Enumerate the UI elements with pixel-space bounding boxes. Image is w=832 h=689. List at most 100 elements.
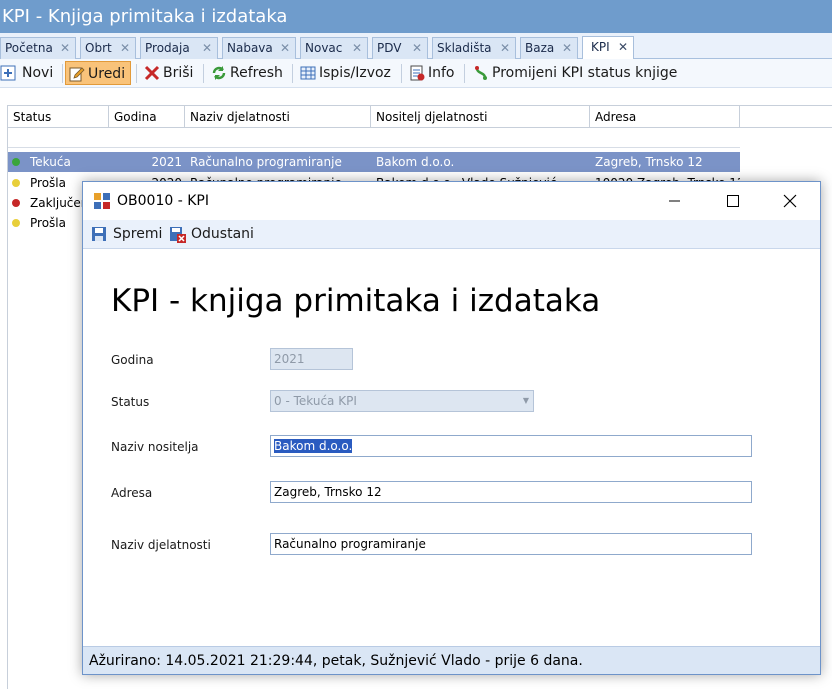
toolbar-separator: [401, 64, 402, 83]
toolbar-separator: [136, 64, 137, 83]
tab-label: Obrt: [85, 41, 112, 55]
close-icon[interactable]: ✕: [280, 38, 290, 58]
form-heading: KPI - knjiga primitaka i izdataka: [111, 283, 601, 319]
godina-label: Godina: [111, 353, 154, 367]
close-icon[interactable]: ✕: [618, 37, 628, 57]
close-icon[interactable]: ✕: [562, 38, 572, 58]
naziv-djelatnosti-value: Računalno programiranje: [274, 537, 426, 551]
status-change-icon: [475, 66, 487, 80]
toolbar-separator: [62, 64, 63, 83]
table-row[interactable]: Tekuća 2021 Računalno programiranje Bako…: [8, 152, 740, 172]
adresa-field[interactable]: Zagreb, Trnsko 12: [270, 481, 752, 503]
refresh-button-label: Refresh: [230, 65, 283, 81]
save-icon: [92, 227, 106, 241]
add-icon: [0, 65, 16, 81]
toolbar-separator: [464, 64, 465, 83]
edit-button-label: Uredi: [88, 66, 126, 82]
module-tab-strip: Početna ✕ Obrt ✕ Prodaja ✕ Nabava ✕ Novac ✕ P…: [0, 33, 832, 60]
dialog-form: KPI - knjiga primitaka i izdataka Godina…: [83, 249, 820, 646]
tab-pdv[interactable]: PDV ✕: [372, 37, 428, 59]
minimize-button[interactable]: [645, 182, 703, 220]
tab-obrt[interactable]: Obrt ✕: [80, 37, 136, 59]
delete-button-label: Briši: [163, 65, 194, 81]
toolbar-separator: [203, 64, 204, 83]
column-header-status[interactable]: Status: [8, 106, 109, 128]
change-kpi-status-button[interactable]: Promijeni KPI status knjige: [470, 61, 680, 85]
status-dot-icon: [12, 219, 20, 227]
close-icon[interactable]: ✕: [500, 38, 510, 58]
info-button-label: Info: [428, 65, 455, 81]
close-icon[interactable]: ✕: [412, 38, 422, 58]
status-dot-icon: [12, 179, 20, 187]
naziv-nositelja-field[interactable]: Bakom d.o.o.: [270, 435, 752, 457]
close-icon[interactable]: ✕: [352, 38, 362, 58]
edit-icon: [69, 67, 85, 82]
refresh-button[interactable]: Refresh: [208, 61, 288, 85]
tab-novac[interactable]: Novac ✕: [300, 37, 368, 59]
column-header-adresa[interactable]: Adresa: [590, 106, 740, 128]
delete-button[interactable]: Briši: [141, 61, 199, 85]
grid-filter-row[interactable]: [8, 128, 740, 148]
new-button[interactable]: Novi: [0, 61, 58, 85]
tab-label: Novac: [305, 41, 343, 55]
print-export-button[interactable]: Ispis/Izvoz: [297, 61, 397, 85]
minimize-icon: [669, 200, 680, 202]
refresh-icon: [212, 66, 226, 80]
tab-label: Početna: [5, 41, 53, 55]
app-title: KPI - Knjiga primitaka i izdataka: [0, 0, 832, 33]
column-header-godina[interactable]: Godina: [109, 106, 185, 128]
kpi-app-window: KPI - Knjiga primitaka i izdataka Početn…: [0, 0, 832, 689]
tab-label: KPI: [591, 40, 610, 54]
close-icon: [783, 194, 797, 208]
maximize-button[interactable]: [703, 182, 761, 220]
cancel-button[interactable]: Odustani: [167, 223, 267, 245]
chevron-down-icon: ▼: [522, 396, 529, 405]
change-kpi-status-label: Promijeni KPI status knjige: [492, 65, 678, 81]
new-button-label: Novi: [22, 65, 54, 81]
status-dot-icon: [12, 158, 20, 166]
row-status: Tekuća: [30, 155, 71, 169]
tab-label: Prodaja: [145, 41, 190, 55]
column-header-naziv-djelatnosti[interactable]: Naziv djelatnosti: [185, 106, 371, 128]
tab-baza[interactable]: Baza ✕: [520, 37, 578, 59]
close-icon[interactable]: ✕: [202, 38, 212, 58]
column-header-nositelj-djelatnosti[interactable]: Nositelj djelatnosti: [371, 106, 590, 128]
status-select[interactable]: 0 - Tekuća KPI ▼: [270, 390, 534, 412]
status-label: Status: [111, 395, 150, 409]
tab-pocetna[interactable]: Početna ✕: [0, 37, 76, 59]
grid-header: Status Godina Naziv djelatnosti Nositelj…: [8, 106, 832, 128]
main-toolbar: Novi Uredi Briši Refresh Ispis/Izvoz Inf…: [0, 59, 832, 88]
cancel-icon: [170, 227, 186, 243]
adresa-value: Zagreb, Trnsko 12: [274, 485, 382, 499]
naziv-nositelja-value: Bakom d.o.o.: [274, 439, 353, 453]
save-button[interactable]: Spremi: [89, 223, 165, 245]
info-button[interactable]: Info: [406, 61, 460, 85]
app-icon: [94, 193, 110, 209]
naziv-nositelja-label: Naziv nositelja: [111, 440, 199, 454]
naziv-djelatnosti-label: Naziv djelatnosti: [111, 538, 211, 552]
status-select-value: 0 - Tekuća KPI: [274, 394, 357, 408]
row-nositelj: Bakom d.o.o.: [376, 155, 455, 169]
tab-prodaja[interactable]: Prodaja ✕: [140, 37, 218, 59]
row-godina: 2021: [151, 155, 182, 169]
tab-kpi[interactable]: KPI ✕: [582, 36, 634, 60]
cancel-button-label: Odustani: [191, 226, 254, 242]
close-icon[interactable]: ✕: [120, 38, 130, 58]
dialog-titlebar[interactable]: OB0010 - KPI: [83, 182, 820, 220]
info-icon: [410, 65, 425, 81]
dialog-toolbar: Spremi Odustani: [83, 220, 820, 249]
tab-nabava[interactable]: Nabava ✕: [222, 37, 296, 59]
row-naziv-djelatnosti: Računalno programiranje: [190, 155, 342, 169]
status-dot-icon: [12, 199, 20, 207]
maximize-icon: [727, 195, 739, 207]
dialog-title: OB0010 - KPI: [117, 193, 209, 209]
naziv-djelatnosti-field[interactable]: Računalno programiranje: [270, 533, 752, 555]
tab-label: PDV: [377, 41, 402, 55]
toolbar-separator: [292, 64, 293, 83]
close-icon[interactable]: ✕: [60, 38, 70, 58]
adresa-label: Adresa: [111, 486, 153, 500]
close-window-button[interactable]: [761, 182, 819, 220]
edit-button[interactable]: Uredi: [65, 61, 131, 85]
godina-field[interactable]: 2021: [270, 348, 353, 370]
tab-skladista[interactable]: Skladišta ✕: [432, 37, 516, 59]
